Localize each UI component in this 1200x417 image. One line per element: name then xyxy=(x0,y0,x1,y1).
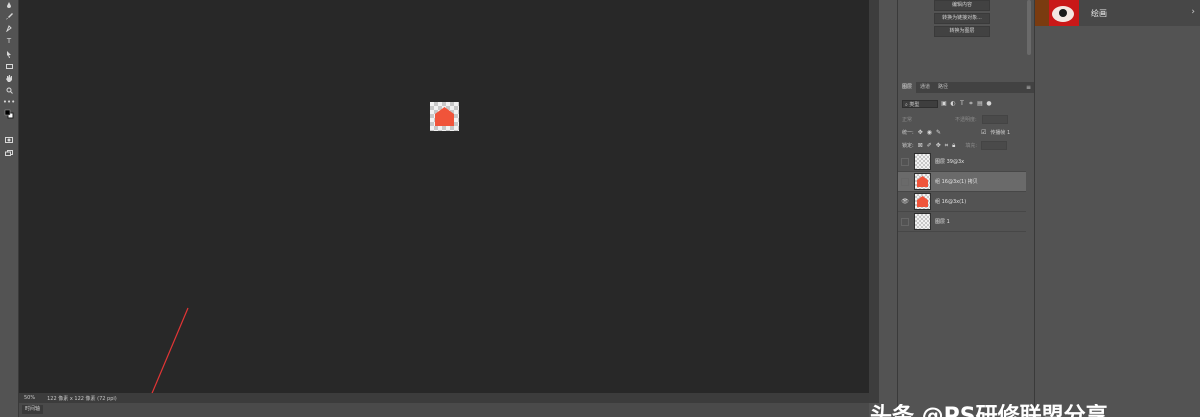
unify-label: 统一: xyxy=(902,130,914,136)
layer-name: 组 16@3x(1) xyxy=(935,199,967,205)
color-swatches-icon[interactable] xyxy=(4,109,14,119)
layer-row[interactable]: 图层 39@3x xyxy=(898,152,1026,172)
convert-to-layers-button[interactable]: 转换为图层 xyxy=(934,26,990,37)
brush-icon[interactable] xyxy=(4,12,14,20)
opacity-label: 不透明度: xyxy=(955,117,977,123)
rectangle-icon[interactable] xyxy=(4,62,14,70)
unify-visibility-icon[interactable]: ◉ xyxy=(927,129,932,136)
pen-icon[interactable] xyxy=(4,24,14,32)
watermark: 头条 @PS研修联盟分享 xyxy=(870,404,1108,417)
tab-paths[interactable]: 路径 xyxy=(934,82,952,93)
history-panel: 绘画 › xyxy=(1034,0,1200,417)
path-select-icon[interactable] xyxy=(4,50,14,58)
visibility-toggle[interactable] xyxy=(898,212,912,231)
tab-layers[interactable]: 图层 xyxy=(898,82,917,93)
canvas-scrollbar[interactable] xyxy=(869,0,879,403)
lock-all-icon[interactable]: 🔒︎ xyxy=(952,142,955,149)
tools-toolbar: T ••• xyxy=(0,0,19,417)
timeline-panel: 时间轴 xyxy=(19,403,869,417)
layer-filter-row: ⌕ 类型 ▣ ◐ T ⌗ ▤ ● xyxy=(902,99,1030,109)
status-bar: 50% 122 像素 x 122 像素 (72 ppi) xyxy=(19,393,869,403)
lock-label: 锁定: xyxy=(902,143,914,149)
panel-menu-icon[interactable]: ≡ xyxy=(1026,82,1031,93)
lock-row: 锁定: ⊠ ✐ ✥ ⌗ 🔒︎ 填充: xyxy=(902,141,1030,150)
lock-artboard-icon[interactable]: ⌗ xyxy=(945,142,948,149)
convert-to-linked-button[interactable]: 转换为链接对象... xyxy=(934,13,990,24)
opacity-field[interactable] xyxy=(981,115,1008,124)
unify-style-icon[interactable]: ✎ xyxy=(936,129,941,136)
type-icon[interactable]: T xyxy=(4,37,14,45)
eyedropper-icon[interactable] xyxy=(4,1,14,9)
unify-row: 统一: ✥ ◉ ✎ ☑ 传播帧 1 xyxy=(902,128,1030,137)
propagate-checkbox[interactable]: ☑ xyxy=(981,129,986,136)
layers-tabs: 图层 通道 路径 ≡ xyxy=(898,82,1034,93)
eye-icon[interactable]: 👁︎ xyxy=(898,192,912,211)
smart-object-filter-icon[interactable]: ▤ xyxy=(977,101,983,107)
filter-type-select[interactable]: ⌕ 类型 xyxy=(902,100,938,108)
lock-pixels-icon[interactable]: ✐ xyxy=(927,142,932,149)
layer-thumbnail xyxy=(914,213,931,230)
layer-thumbnail xyxy=(914,153,931,170)
properties-scrollbar[interactable] xyxy=(1027,0,1031,55)
document-info: 122 像素 x 122 像素 (72 ppi) xyxy=(47,395,117,402)
layers-panel: 图层 通道 路径 ≡ ⌕ 类型 ▣ ◐ T ⌗ ▤ ● 正常 不透明度: 统一:… xyxy=(897,82,1034,417)
history-label: 绘画 xyxy=(1091,8,1107,18)
shape-filter-icon[interactable]: ⌗ xyxy=(968,101,974,107)
layer-name: 组 16@3x(1) 拷贝 xyxy=(935,179,978,185)
zoom-level[interactable]: 50% xyxy=(24,395,35,401)
tab-channels[interactable]: 通道 xyxy=(916,82,934,93)
blend-row: 正常 不透明度: xyxy=(902,115,1030,124)
fill-label: 填充: xyxy=(965,143,978,149)
hand-icon[interactable] xyxy=(4,74,14,82)
quick-mask-icon[interactable] xyxy=(4,136,14,144)
layer-name: 图层 1 xyxy=(935,219,950,225)
adjustment-filter-icon[interactable]: ◐ xyxy=(950,101,956,107)
panel-dock-gap xyxy=(879,0,897,417)
propagate-label: 传播帧 1 xyxy=(990,130,1011,136)
zoom-icon[interactable] xyxy=(4,86,14,94)
layer-row[interactable]: 图层 1 xyxy=(898,212,1026,232)
blend-mode-select[interactable]: 正常 xyxy=(902,116,912,123)
screen-mode-icon[interactable] xyxy=(4,149,14,157)
more-tools-icon[interactable]: ••• xyxy=(3,98,15,106)
lock-transparent-icon[interactable]: ⊠ xyxy=(918,142,923,149)
layer-thumbnail xyxy=(914,173,931,190)
properties-panel: 编辑内容 转换为链接对象... 转换为图层 xyxy=(897,0,1034,82)
tab-timeline[interactable]: 时间轴 xyxy=(22,405,44,414)
type-filter-icon[interactable]: T xyxy=(959,101,965,107)
document-image xyxy=(430,102,459,131)
layer-list: 图层 39@3x 组 16@3x(1) 拷贝 👁︎ 组 16@3x(1) 图层 … xyxy=(898,152,1026,232)
visibility-toggle[interactable] xyxy=(898,172,912,191)
edit-contents-button[interactable]: 编辑内容 xyxy=(934,0,990,11)
lock-position-icon[interactable]: ✥ xyxy=(936,142,941,149)
fill-field[interactable] xyxy=(981,141,1008,150)
history-item[interactable]: 绘画 › xyxy=(1035,0,1200,26)
chevron-right-icon[interactable]: › xyxy=(1191,7,1195,17)
layer-thumbnail xyxy=(914,193,931,210)
layer-row[interactable]: 👁︎ 组 16@3x(1) xyxy=(898,192,1026,212)
search-icon: ⌕ xyxy=(905,102,908,108)
filter-toggle-icon[interactable]: ● xyxy=(986,101,992,107)
layer-name: 图层 39@3x xyxy=(935,159,965,165)
filter-type-label: 类型 xyxy=(909,102,920,108)
visibility-toggle[interactable] xyxy=(898,152,912,171)
layer-row[interactable]: 组 16@3x(1) 拷贝 xyxy=(898,172,1026,192)
unify-position-icon[interactable]: ✥ xyxy=(918,129,923,136)
history-thumbnail xyxy=(1035,0,1079,26)
pixel-filter-icon[interactable]: ▣ xyxy=(941,101,947,107)
